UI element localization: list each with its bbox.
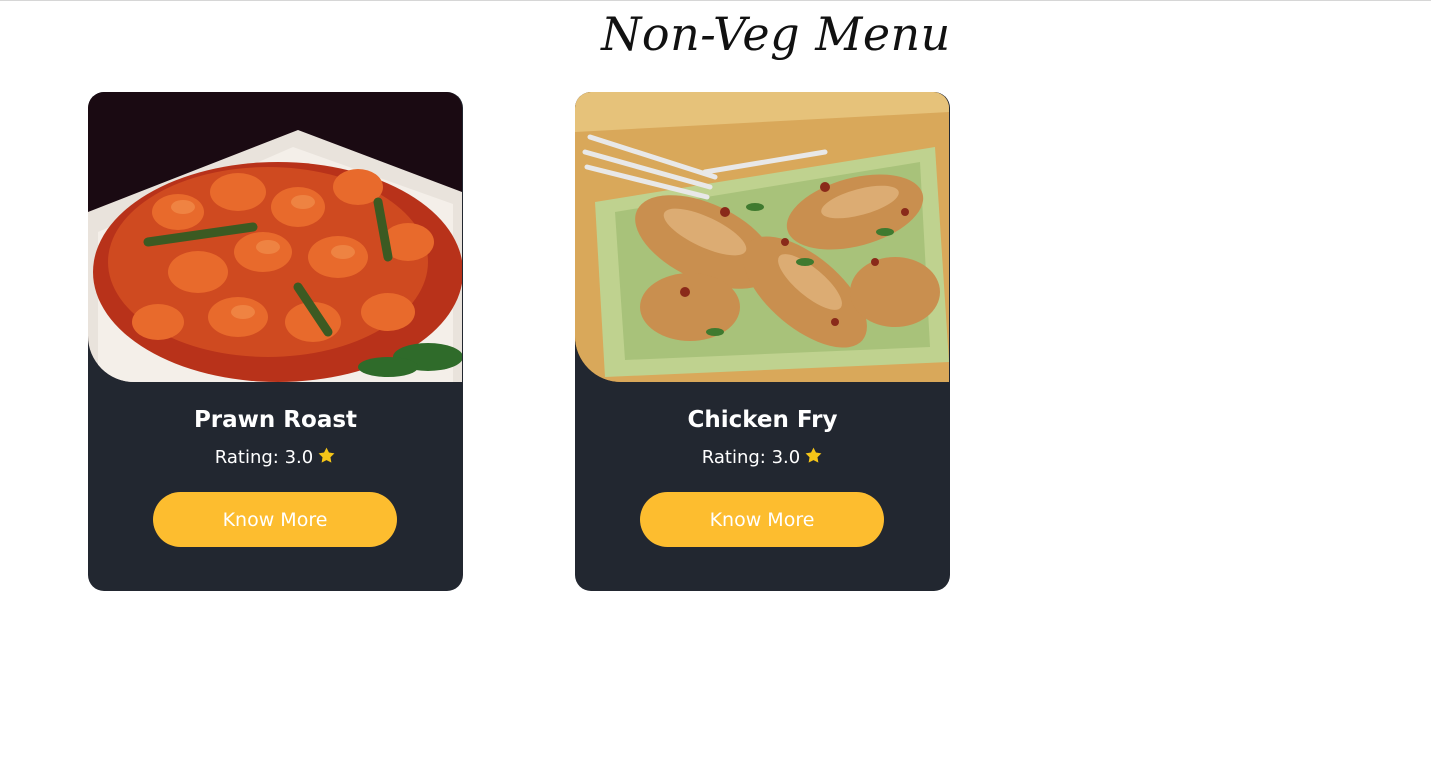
- star-icon: [804, 446, 823, 474]
- know-more-button[interactable]: Know More: [640, 492, 884, 547]
- star-icon: [317, 446, 336, 474]
- menu-card-chicken-fry: Chicken Fry Rating: 3.0 Know More: [575, 92, 950, 591]
- rating-label: Rating: 3.0: [701, 447, 801, 468]
- top-border: [0, 0, 1431, 1]
- page-title: Non-Veg Menu: [601, 7, 951, 61]
- card-title: Chicken Fry: [687, 407, 838, 433]
- know-more-button[interactable]: Know More: [153, 492, 397, 547]
- card-rating: Rating: 3.0: [575, 444, 950, 474]
- chicken-fry-image: [575, 92, 949, 382]
- prawn-roast-image: [88, 92, 462, 382]
- card-title: Prawn Roast: [193, 407, 358, 433]
- rating-label: Rating: 3.0: [214, 447, 314, 468]
- menu-card-prawn-roast: Prawn Roast Rating: 3.0 Know More: [88, 92, 463, 591]
- card-rating: Rating: 3.0: [88, 444, 463, 474]
